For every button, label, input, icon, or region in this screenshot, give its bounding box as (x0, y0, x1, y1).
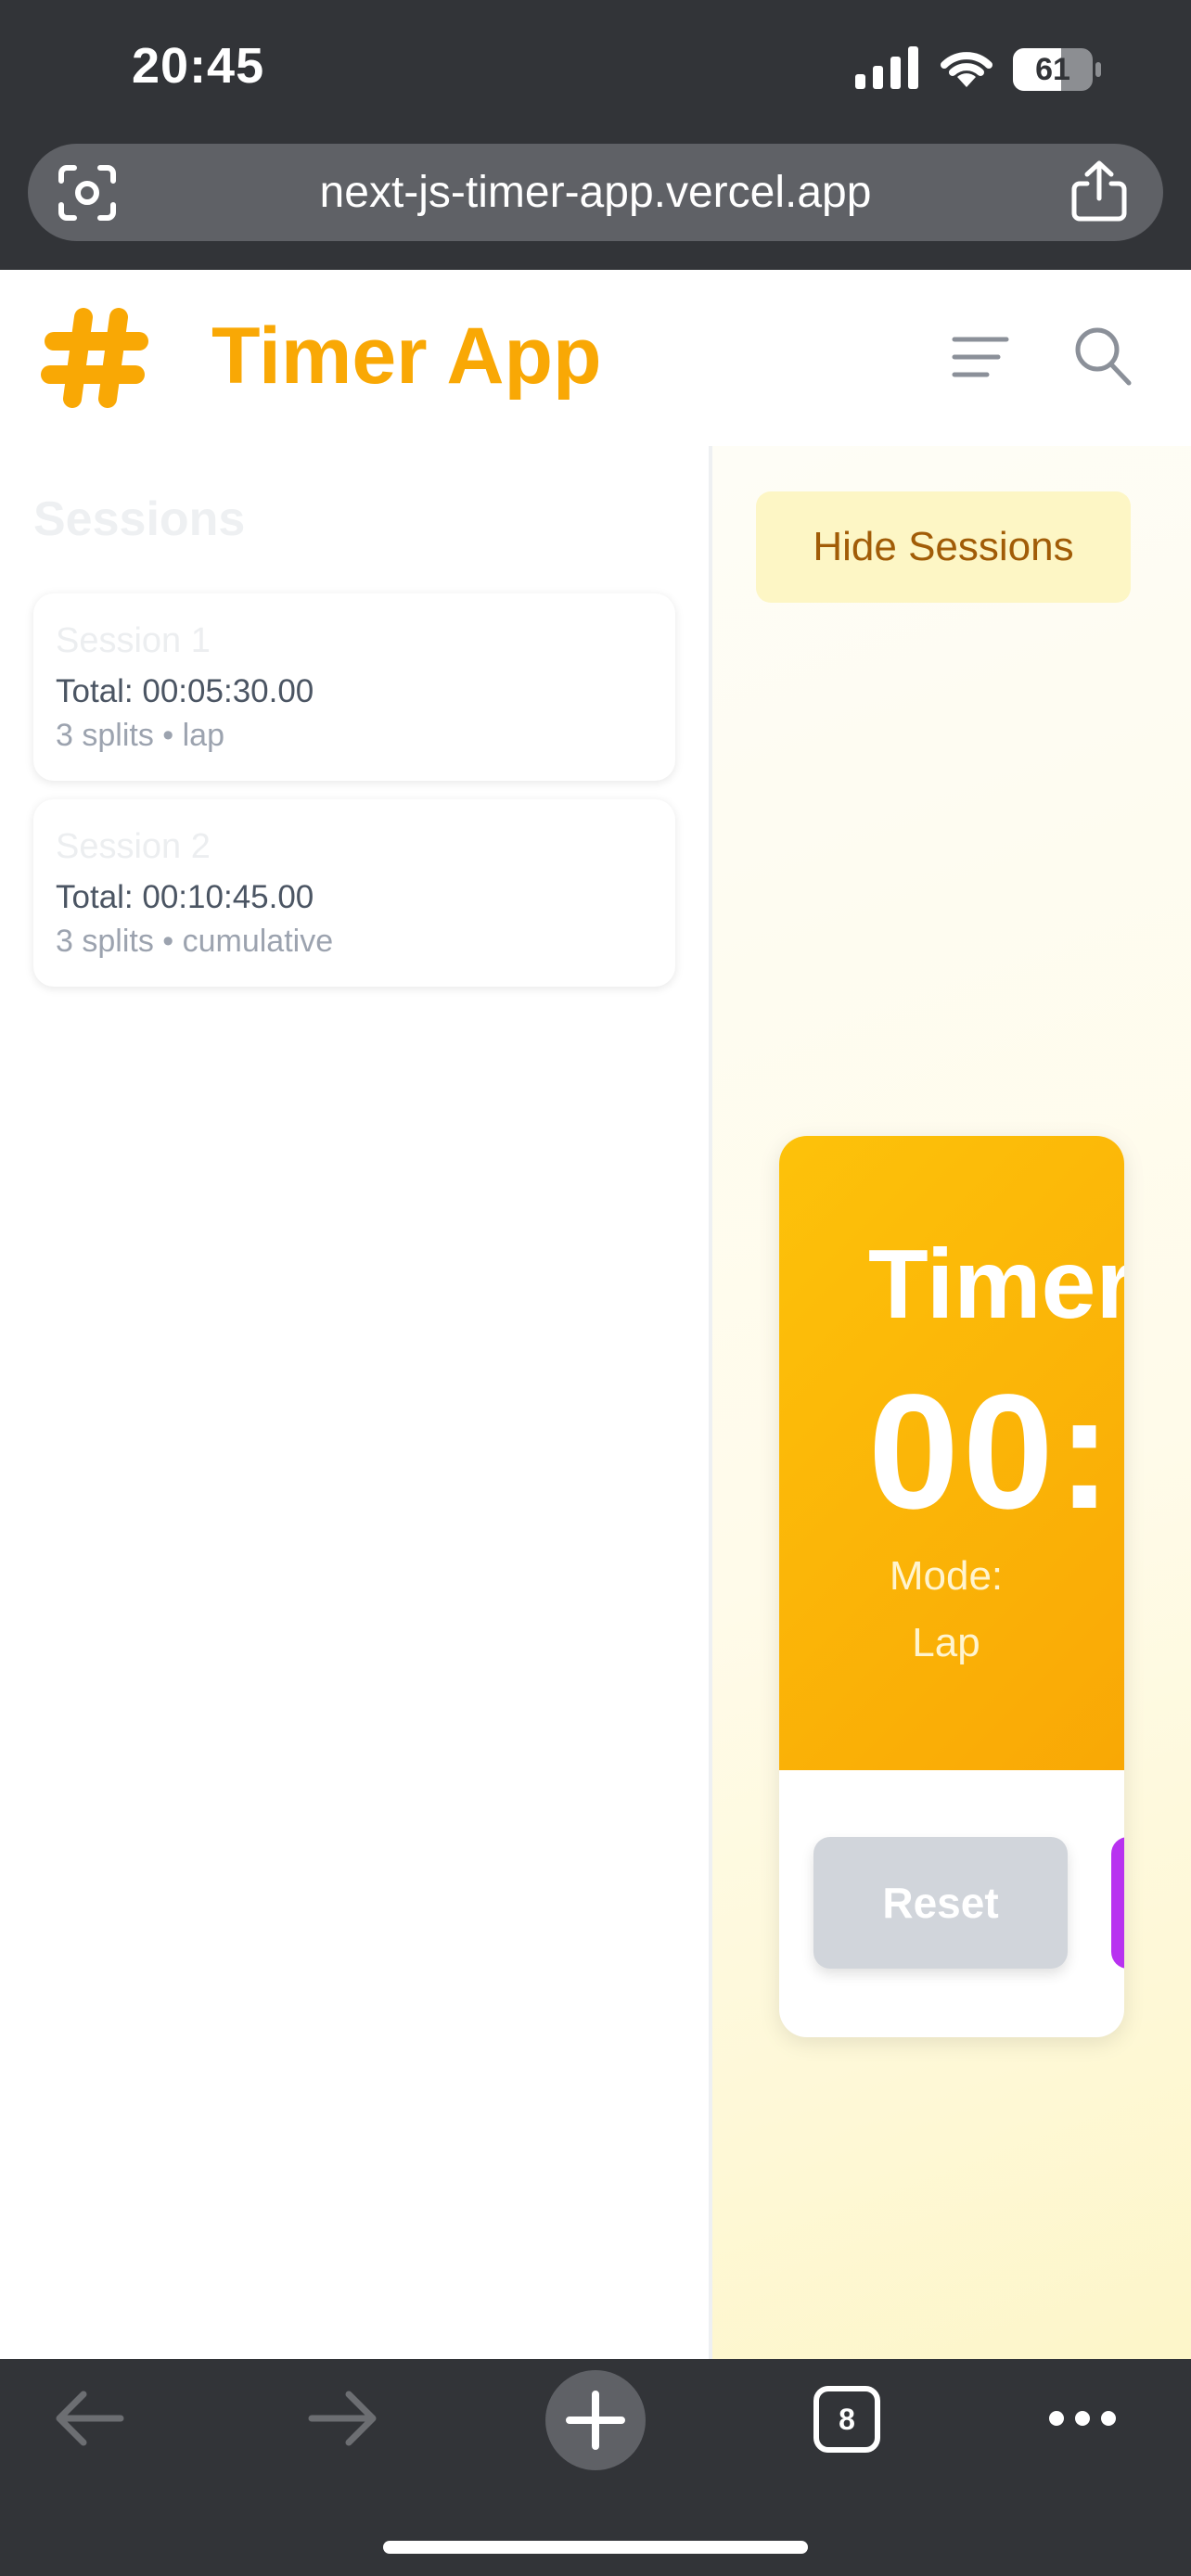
session-card[interactable]: Session 2 Total: 00:10:45.00 3 splits • … (33, 799, 675, 987)
timer-heading: Timer (868, 1230, 1124, 1339)
tab-switcher-button[interactable]: 8 (813, 2386, 880, 2453)
menu-icon[interactable] (952, 334, 1009, 380)
status-time: 20:45 (132, 38, 265, 94)
start-button[interactable] (1111, 1837, 1124, 1969)
session-total: Total: 00:10:45.00 (56, 879, 314, 915)
reset-button[interactable]: Reset (813, 1837, 1068, 1969)
url-text[interactable]: next-js-timer-app.vercel.app (186, 162, 1005, 223)
session-name: Session 1 (56, 621, 211, 660)
session-name: Session 2 (56, 827, 211, 866)
timer-display: 00: (868, 1361, 1116, 1543)
sessions-title: Sessions (33, 492, 246, 546)
session-meta: 3 splits • lap (56, 718, 224, 753)
search-icon[interactable] (1072, 325, 1133, 388)
more-icon[interactable] (1046, 2407, 1119, 2429)
app-title[interactable]: Timer App (211, 311, 602, 402)
timer-card: Timer 00: Mode: Lap Reset (779, 1136, 1124, 2037)
share-icon[interactable] (1067, 158, 1132, 224)
back-arrow-icon[interactable] (52, 2389, 126, 2448)
cellular-signal-icon (855, 46, 918, 89)
hide-sessions-button[interactable]: Hide Sessions (756, 491, 1131, 603)
hash-logo-icon[interactable] (41, 306, 150, 410)
home-indicator[interactable] (383, 2541, 808, 2554)
forward-arrow-icon[interactable] (306, 2389, 380, 2448)
camera-lens-icon[interactable] (56, 162, 119, 223)
session-card[interactable]: Session 1 Total: 00:05:30.00 3 splits • … (33, 593, 675, 781)
battery-level: 61 (1035, 52, 1070, 87)
mode-value: Lap (912, 1620, 980, 1665)
timer-panel: Timer 00: Mode: Lap (779, 1136, 1124, 1770)
wifi-icon (941, 52, 992, 87)
session-meta: 3 splits • cumulative (56, 924, 334, 959)
battery-icon: 61 (1013, 48, 1104, 91)
mode-label: Mode: (889, 1553, 1004, 1599)
plus-icon (566, 2391, 625, 2450)
session-total: Total: 00:05:30.00 (56, 673, 314, 709)
new-tab-button[interactable] (545, 2370, 646, 2470)
